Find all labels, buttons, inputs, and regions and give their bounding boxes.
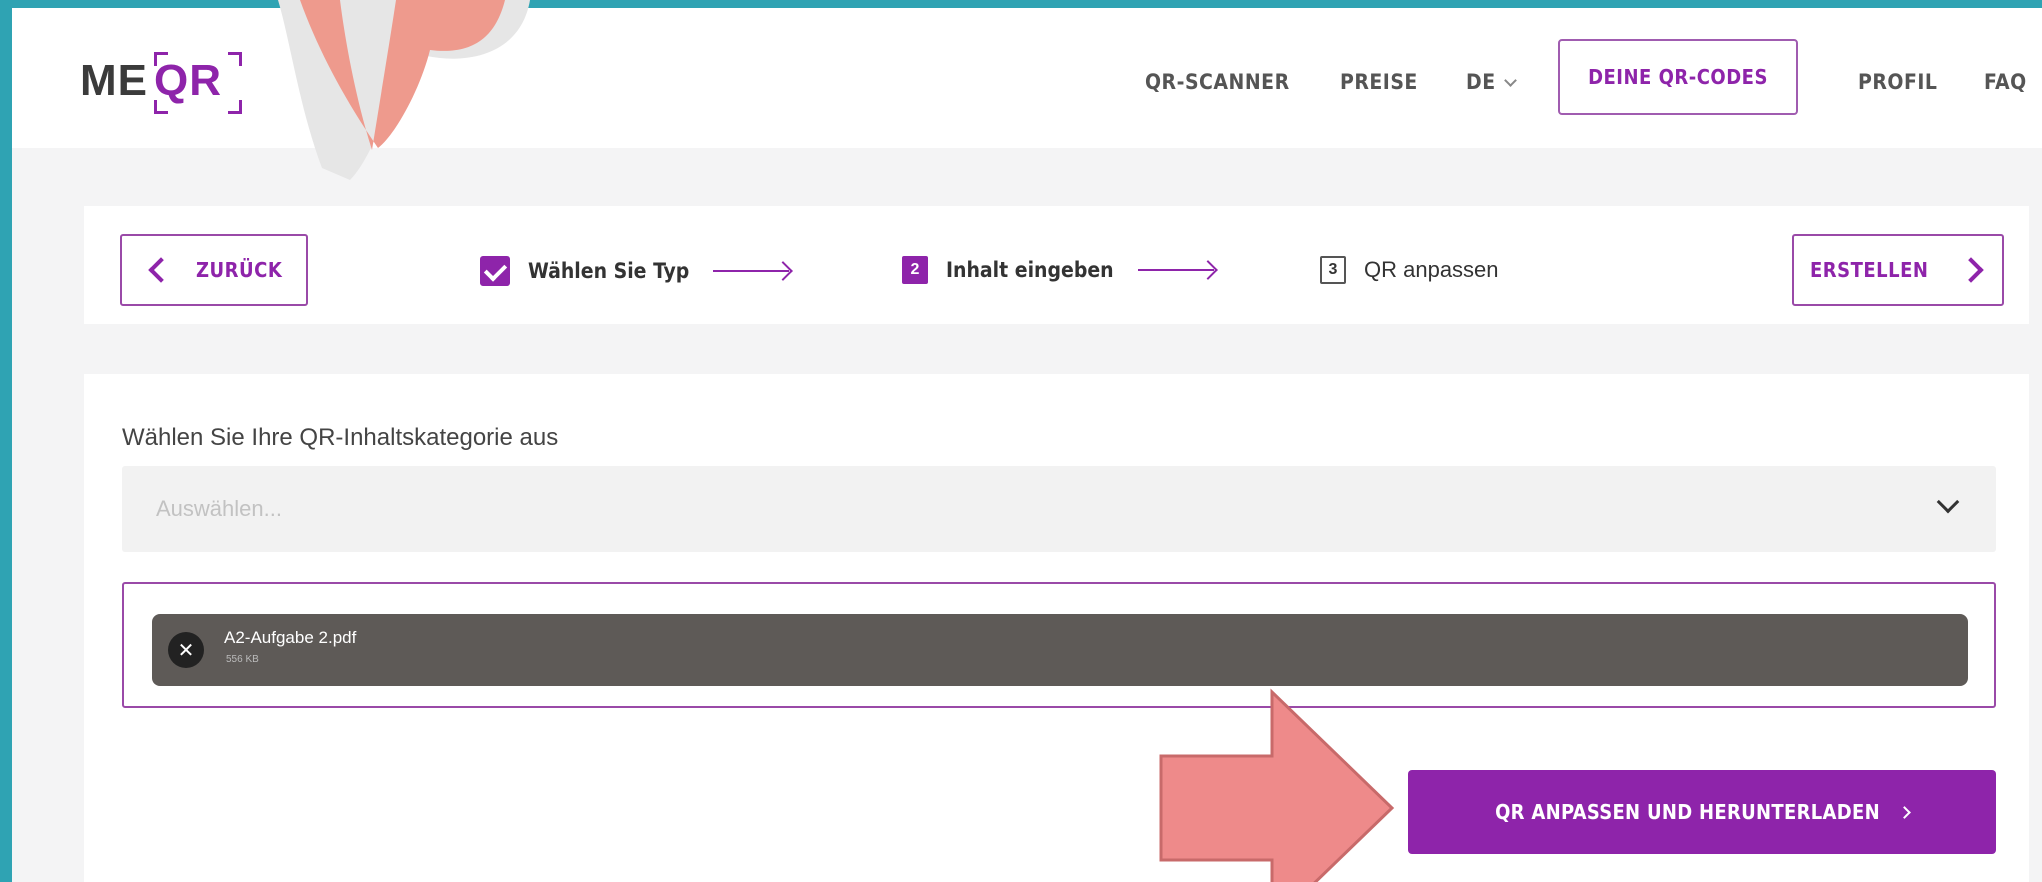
step-2-label: Inhalt eingeben: [946, 258, 1114, 282]
nav-language-label: DE: [1466, 70, 1496, 94]
create-button-label: ERSTELLEN: [1810, 258, 1929, 282]
logo-me: ME: [80, 56, 148, 105]
back-button[interactable]: ZURÜCK: [120, 234, 308, 306]
nav-pricing[interactable]: PREISE: [1340, 70, 1418, 94]
content-card: Wählen Sie Ihre QR-Inhaltskategorie aus …: [84, 374, 2029, 882]
logo-bracket-br: [228, 100, 242, 114]
chevron-right-icon: [1958, 257, 1985, 283]
file-size: 556 KB: [226, 654, 259, 665]
nav-language[interactable]: DE: [1466, 70, 1517, 94]
checkmark-icon: [480, 256, 510, 286]
arrow-right-icon: [713, 270, 790, 272]
step-customize-qr: 3 QR anpassen: [1320, 256, 1499, 284]
file-name: A2-Aufgabe 2.pdf: [224, 628, 357, 647]
category-label: Wählen Sie Ihre QR-Inhaltskategorie aus: [122, 424, 559, 451]
category-select-placeholder: Auswählen...: [156, 496, 282, 521]
chevron-right-icon: [1898, 805, 1911, 819]
step-navigation: ZURÜCK Wählen Sie Typ 2 Inhalt eingeben …: [84, 206, 2029, 324]
arrow-right-icon: [1137, 269, 1214, 271]
nav-faq[interactable]: FAQ: [1984, 70, 2027, 94]
back-button-label: ZURÜCK: [196, 258, 283, 282]
category-select[interactable]: Auswählen...: [122, 466, 1996, 552]
nav-profile[interactable]: PROFIL: [1858, 70, 1937, 94]
step-select-type: Wählen Sie Typ: [480, 256, 790, 286]
step-3-number: 3: [1320, 256, 1346, 284]
logo-qr: QR: [154, 56, 222, 105]
customize-and-download-button[interactable]: QR ANPASSEN UND HERUNTERLADEN: [1408, 770, 1996, 854]
site-header: ME QR QR-SCANNER PREISE DE DEINE QR-CODES…: [12, 8, 2042, 148]
chevron-left-icon: [148, 257, 174, 283]
create-button[interactable]: ERSTELLEN: [1792, 234, 2004, 306]
browser-frame: ME QR QR-SCANNER PREISE DE DEINE QR-CODES…: [12, 8, 2042, 882]
customize-and-download-label: QR ANPASSEN UND HERUNTERLADEN: [1495, 800, 1880, 824]
chevron-down-icon: [1936, 490, 1960, 514]
meqr-logo[interactable]: ME QR: [80, 44, 242, 114]
step-3-label: QR anpassen: [1364, 257, 1499, 282]
step-2-number: 2: [902, 256, 928, 284]
logo-text: ME QR: [80, 56, 222, 106]
step-enter-content: 2 Inhalt eingeben: [902, 256, 1214, 284]
chevron-down-icon: [1503, 74, 1517, 87]
logo-bracket-tr: [228, 52, 242, 66]
my-qr-codes-button[interactable]: DEINE QR-CODES: [1558, 39, 1798, 115]
file-dropzone[interactable]: ✕ A2-Aufgabe 2.pdf 556 KB: [122, 582, 1996, 708]
remove-file-button[interactable]: ✕: [168, 632, 204, 668]
step-1-label: Wählen Sie Typ: [528, 259, 690, 283]
uploaded-file: ✕ A2-Aufgabe 2.pdf 556 KB: [152, 614, 1968, 686]
nav-qr-scanner[interactable]: QR-SCANNER: [1145, 70, 1290, 94]
